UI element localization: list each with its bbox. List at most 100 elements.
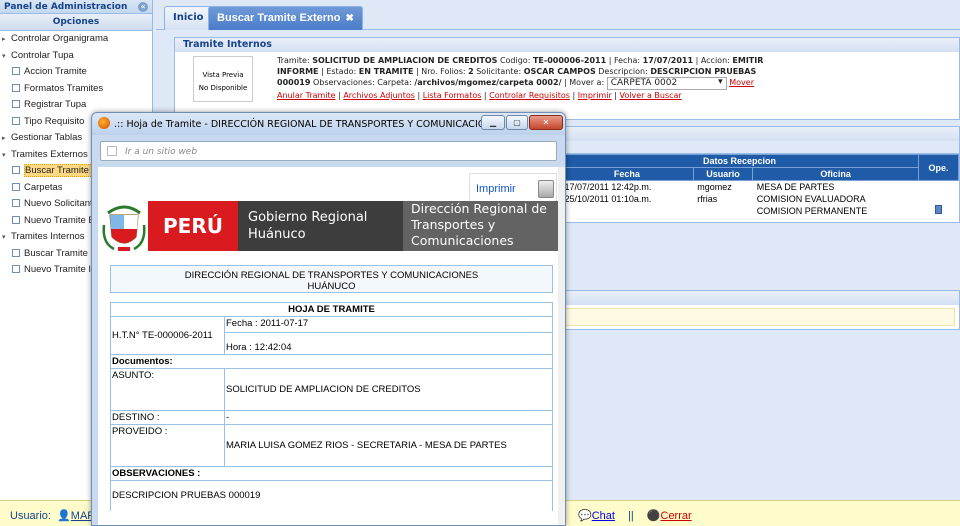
sidebar-item-label: Nuevo Tramite I	[24, 264, 92, 275]
leaf-node-icon	[12, 182, 20, 191]
hoja-tramite-window: .:: Hoja de Tramite - DIRECCIÓN REGIONAL…	[91, 112, 566, 526]
destino-value: -	[224, 410, 553, 425]
expanded-arrow-icon[interactable]: ▾	[2, 49, 11, 65]
asunto-label: ASUNTO:	[110, 368, 225, 411]
cerrar-link[interactable]: Cerrar	[661, 510, 692, 522]
collapsed-arrow-icon[interactable]: ▸	[2, 32, 11, 48]
action-links: Anular Tramite | Archivos Adjuntos | Lis…	[277, 90, 937, 101]
tab-inicio[interactable]: Inicio	[164, 6, 213, 30]
link-separator: |	[414, 91, 423, 100]
documentos-label: Documentos:	[110, 354, 553, 369]
doc-title: DIRECCIÓN REGIONAL DE TRANSPORTES Y COMU…	[184, 270, 479, 281]
asunto-value: SOLICITUD DE AMPLIACION DE CREDITOS	[224, 368, 553, 411]
t-label: | Estado:	[318, 67, 359, 76]
user-icon: 👤	[54, 510, 71, 522]
sidebar-item-label: Gestionar Tablas	[11, 132, 83, 143]
document-header: DIRECCIÓN REGIONAL DE TRANSPORTES Y COMU…	[110, 265, 553, 293]
sidebar-item-label: Controlar Organigrama	[11, 33, 109, 44]
leaf-node-icon	[12, 83, 20, 92]
cell-oficina: COMISION PERMANENTE	[756, 205, 868, 216]
cell-usuario: rfrias	[697, 193, 718, 204]
t-label: Tramite:	[277, 56, 313, 65]
direccion-regional-logo: Dirección Regional de Transportes y Comu…	[403, 201, 561, 251]
tramite-panel: Tramite Internos Vista Previa No Disponi…	[174, 37, 960, 120]
sidebar-item-label: Nuevo Tramite E	[24, 214, 95, 226]
gob-line2: Huánuco	[248, 227, 306, 242]
close-tab-icon[interactable]: ✖	[346, 13, 354, 24]
footer-links: 💬Chat || ⚫Cerrar	[578, 509, 692, 522]
document-icon[interactable]	[934, 205, 942, 214]
sidebar-item[interactable]: ▸ Controlar Organigrama	[0, 31, 152, 48]
collapse-icon[interactable]: «	[138, 2, 148, 12]
chat-icon: 💬	[578, 510, 592, 522]
link-separator: |	[569, 91, 578, 100]
sidebar-item[interactable]: Formatos Tramites	[0, 81, 152, 98]
window-titlebar[interactable]: .:: Hoja de Tramite - DIRECCIÓN REGIONAL…	[92, 113, 565, 135]
cell-fecha: 25/10/2011 01:10a.m.	[564, 193, 652, 204]
cell-fecha: 17/07/2011 12:42p.m.	[564, 181, 652, 192]
minimize-button[interactable]: ▁	[481, 115, 505, 130]
t-label: Solicitante:	[473, 67, 524, 76]
address-placeholder: Ir a un sitio web	[125, 147, 198, 157]
cell-oficina: MESA DE PARTES	[756, 181, 835, 192]
destino-label: DESTINO :	[110, 410, 225, 425]
leaf-node-icon	[12, 215, 20, 224]
sidebar-item-label: Carpetas	[24, 181, 63, 193]
t-fecha: 17/07/2011	[642, 56, 694, 65]
proveido-value: MARIA LUISA GOMEZ RIOS - SECRETARIA - ME…	[224, 424, 553, 467]
t-label: Codigo:	[497, 56, 533, 65]
expanded-arrow-icon[interactable]: ▾	[2, 148, 11, 164]
leaf-node-icon	[12, 199, 20, 207]
t-carpeta: /archivos/mgomez/carpeta 0002/	[414, 78, 562, 87]
coat-of-arms-icon	[102, 205, 146, 251]
action-link[interactable]: Anular Tramite	[277, 91, 336, 100]
t-tramite: SOLICITUD DE AMPLIACION DE CREDITOS	[312, 56, 498, 65]
peru-logo: PERÚ	[148, 201, 238, 251]
chat-link[interactable]: Chat	[592, 510, 615, 522]
mover-link[interactable]: Mover	[729, 78, 754, 87]
collapsed-arrow-icon[interactable]: ▸	[2, 131, 11, 147]
window-content: Imprimir PERÚ Gobierno Regional Huánuco …	[98, 167, 561, 525]
sidebar-item-label: Buscar Tramite I	[24, 247, 94, 259]
sidebar-item[interactable]: ▾ Controlar Tupa	[0, 48, 152, 65]
window-scrollbar[interactable]	[558, 167, 565, 525]
t-accion-cont: INFORME	[277, 67, 319, 76]
t-label: | Fecha:	[606, 56, 643, 65]
expanded-arrow-icon[interactable]: ▾	[2, 230, 11, 246]
sidebar-item[interactable]: Accion Tramite	[0, 64, 152, 81]
maximize-button[interactable]: ▢	[506, 115, 528, 130]
action-link[interactable]: Lista Formatos	[423, 91, 482, 100]
leaf-node-icon	[12, 265, 20, 273]
print-label: Imprimir	[476, 183, 516, 195]
address-bar[interactable]: Ir a un sitio web	[100, 141, 557, 161]
cell-oficina: COMISION EVALUADORA	[756, 193, 866, 204]
mover-select[interactable]: CARPETA 0002	[606, 77, 727, 90]
header-banner: PERÚ Gobierno Regional Huánuco Dirección…	[98, 197, 561, 257]
action-link[interactable]: Volver a Buscar	[620, 91, 682, 100]
t-label: | Mover a:	[561, 78, 607, 87]
close-window-button[interactable]: ✕	[529, 115, 563, 130]
leaf-node-icon	[12, 166, 20, 174]
grid-col-oficina: Oficina	[752, 167, 919, 181]
t-codigo: TE-000006-2011	[532, 56, 607, 65]
sidebar-item-label: Buscar Tramite E	[24, 164, 99, 177]
sidebar-item-label: Formatos Tramites	[24, 82, 104, 94]
t-label: | Nro. Folios:	[413, 67, 469, 76]
tab-buscar-tramite-externo[interactable]: Buscar Tramite Externo ✖	[208, 6, 363, 30]
leaf-node-icon	[12, 248, 20, 257]
sidebar-item-label: Tramites Externos	[11, 148, 88, 160]
sidebar-item-label: Registrar Tupa	[24, 99, 87, 110]
usuario-label: Usuario:	[10, 510, 51, 522]
leaf-node-icon	[12, 67, 20, 75]
dir-line2: Transportes y	[411, 217, 496, 232]
sidebar-item-label: Tramites Internos	[11, 231, 85, 242]
action-link[interactable]: Archivos Adjuntos	[343, 91, 415, 100]
hoja-hora: Hora : 12:42:04	[224, 332, 553, 355]
action-link[interactable]: Imprimir	[578, 91, 612, 100]
grid-col-usuario: Usuario	[692, 167, 754, 181]
tab-buscar-label: Buscar Tramite Externo	[217, 12, 341, 24]
action-link[interactable]: Controlar Requisitos	[489, 91, 570, 100]
leaf-node-icon	[12, 116, 20, 125]
firefox-icon	[98, 117, 110, 129]
tramite-info: Tramite: SOLICITUD DE AMPLIACION DE CRED…	[277, 55, 937, 101]
